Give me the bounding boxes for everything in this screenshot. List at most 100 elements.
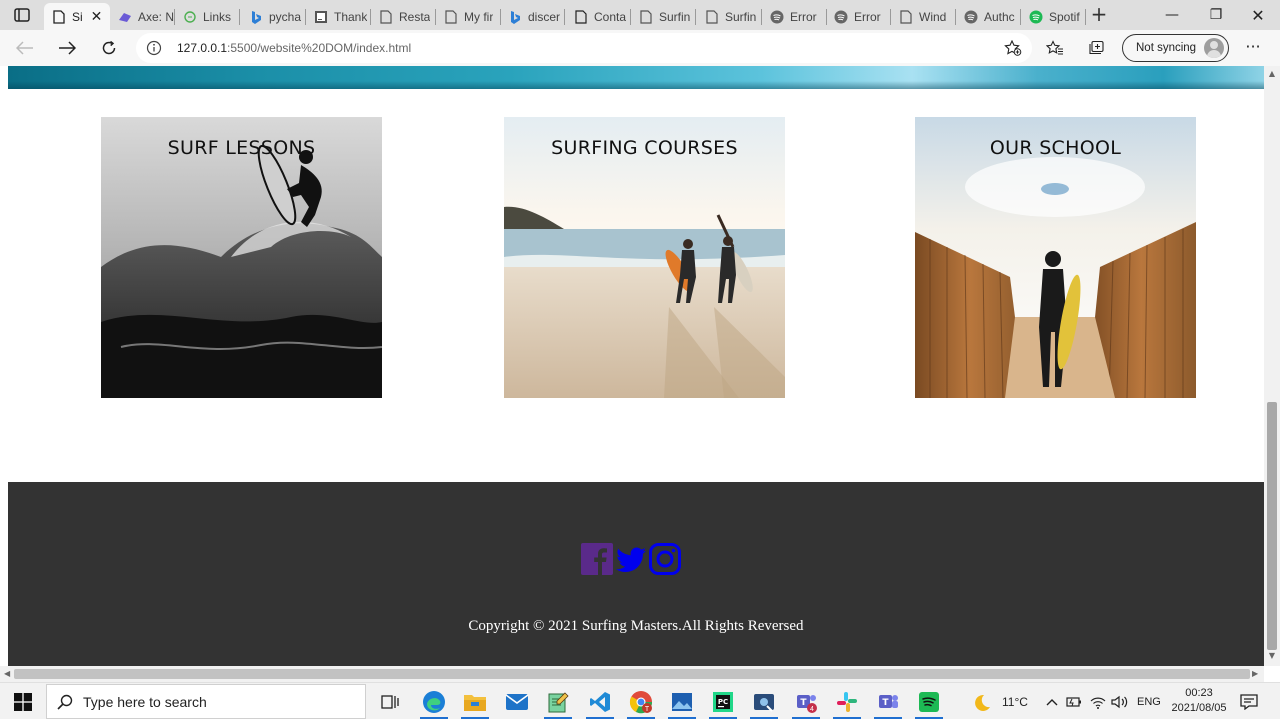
- browser-tab[interactable]: My fir: [436, 3, 501, 30]
- notepad-icon[interactable]: [538, 683, 578, 720]
- spotify-icon-graphic: [1029, 10, 1043, 23]
- vscode-icon[interactable]: [580, 683, 620, 720]
- browser-tab[interactable]: Conta: [566, 3, 631, 30]
- browser-tab[interactable]: Authc: [956, 3, 1021, 30]
- card-surf-lessons[interactable]: SURF LESSONS: [101, 117, 382, 398]
- browser-tab[interactable]: Axe: N: [110, 3, 175, 30]
- spotify-gray-icon: [834, 10, 848, 24]
- facebook-icon[interactable]: [580, 542, 614, 576]
- browser-tab[interactable]: Resta: [371, 3, 436, 30]
- spotify-icon[interactable]: [909, 683, 949, 720]
- page-icon: [379, 9, 393, 24]
- slack-icon[interactable]: [827, 683, 867, 720]
- tab-actions-icon[interactable]: [12, 6, 32, 24]
- more-menu-button[interactable]: ···: [1243, 38, 1263, 58]
- tab-title: Surfin: [659, 9, 691, 24]
- chevron-up-icon: [1046, 698, 1058, 705]
- twitter-icon[interactable]: [614, 542, 648, 576]
- teams-icon[interactable]: T: [868, 683, 908, 720]
- refresh-button[interactable]: [96, 36, 122, 60]
- scroll-down-icon[interactable]: ▼: [1268, 652, 1276, 660]
- beach-surfers-image: [504, 117, 785, 398]
- chrome-icon[interactable]: T: [621, 683, 661, 720]
- browser-tab[interactable]: Spotif: [1021, 3, 1086, 30]
- tab-title: Error: [790, 9, 817, 24]
- scroll-up-icon[interactable]: ▲: [1268, 70, 1276, 78]
- bing-icon: [508, 10, 522, 24]
- forward-button[interactable]: [54, 36, 80, 60]
- site-info-icon[interactable]: [146, 40, 162, 56]
- close-window-button[interactable]: ✕: [1236, 0, 1280, 30]
- spotify-gray-icon-graphic: [964, 10, 978, 23]
- start-button[interactable]: [0, 683, 46, 720]
- card-our-school[interactable]: OUR SCHOOL: [915, 117, 1196, 398]
- notification-icon[interactable]: [1240, 683, 1258, 720]
- add-favorite-icon[interactable]: [1004, 39, 1022, 60]
- taskbar-search[interactable]: Type here to search: [46, 684, 366, 719]
- collections-icon[interactable]: [1087, 38, 1107, 58]
- tab-title: Conta: [594, 9, 627, 24]
- card-surfing-courses[interactable]: SURFING COURSES: [504, 117, 785, 398]
- browser-tab[interactable]: Links: [175, 3, 240, 30]
- new-tab-button[interactable]: +: [1089, 4, 1109, 24]
- back-button[interactable]: [12, 36, 38, 60]
- clock-date: 2021/08/05: [1171, 702, 1227, 714]
- close-tab-icon[interactable]: ✕: [91, 9, 103, 25]
- browser-tab[interactable]: discer: [500, 3, 565, 30]
- page-icon-graphic: [640, 9, 652, 24]
- file-explorer-icon[interactable]: [455, 683, 495, 720]
- tab-title: Thank: [334, 9, 368, 24]
- taskbar-clock[interactable]: 00:23 2021/08/05: [1166, 686, 1232, 716]
- browser-tab[interactable]: Surfin: [631, 3, 696, 30]
- photos-icon[interactable]: [662, 683, 702, 720]
- snipping-tool-icon[interactable]: [744, 683, 784, 720]
- page-icon-graphic: [575, 9, 587, 24]
- page-icon: [899, 9, 913, 24]
- tab-separator: [239, 9, 240, 25]
- page-icon-graphic: [445, 9, 457, 24]
- pycharm-icon[interactable]: PC: [703, 683, 743, 720]
- browser-tab[interactable]: Thank: [306, 3, 371, 30]
- avatar: [1204, 38, 1224, 58]
- battery-icon[interactable]: [1066, 683, 1082, 720]
- browser-tab[interactable]: Wind: [891, 3, 956, 30]
- card-title: SURFING COURSES: [551, 137, 738, 159]
- horizontal-scrollbar[interactable]: ◀ ▶: [0, 666, 1264, 682]
- task-view-icon[interactable]: [370, 683, 410, 720]
- edge-icon[interactable]: [414, 683, 454, 720]
- links-icon-graphic: [184, 10, 196, 23]
- minimize-button[interactable]: —: [1150, 0, 1194, 30]
- weather-widget[interactable]: 11°C: [972, 683, 1028, 720]
- instagram-icon[interactable]: [648, 542, 682, 576]
- card-title: SURF LESSONS: [167, 137, 316, 159]
- windows-icon: [14, 692, 32, 711]
- profile-sync-button[interactable]: Not syncing: [1122, 34, 1229, 62]
- browser-tab[interactable]: Surfin: [697, 3, 762, 30]
- scroll-right-icon[interactable]: ▶: [1252, 670, 1260, 678]
- tab-title: Authc: [984, 9, 1015, 24]
- volume-icon[interactable]: [1111, 683, 1129, 720]
- browser-tab[interactable]: Error: [826, 3, 891, 30]
- svg-text:T: T: [645, 706, 650, 713]
- favorites-icon[interactable]: [1045, 38, 1065, 58]
- wifi-icon[interactable]: [1090, 683, 1106, 720]
- page-icon-graphic: [380, 9, 392, 24]
- spotify-gray-icon: [770, 10, 784, 24]
- surfer-wave-image: [101, 117, 382, 398]
- show-hidden-icons[interactable]: [1046, 683, 1058, 720]
- page-icon: [639, 9, 653, 24]
- tab-title: Resta: [399, 9, 431, 24]
- scroll-left-icon[interactable]: ◀: [4, 670, 12, 678]
- url-text[interactable]: 127.0.0.1:5500/website%20DOM/index.html: [177, 41, 411, 55]
- browser-tab[interactable]: pycha: [241, 3, 306, 30]
- tab-active[interactable]: Si ✕: [44, 3, 110, 30]
- restore-button[interactable]: ❐: [1194, 0, 1238, 30]
- vertical-scrollbar[interactable]: ▲ ▼: [1264, 66, 1280, 666]
- scrollbar-thumb[interactable]: [1267, 402, 1277, 650]
- scrollbar-thumb[interactable]: [14, 669, 1250, 679]
- language-indicator[interactable]: ENG: [1137, 683, 1161, 720]
- browser-tab[interactable]: Error: [762, 3, 827, 30]
- teams-icon[interactable]: T4: [786, 683, 826, 720]
- mail-icon[interactable]: [497, 683, 537, 720]
- address-bar[interactable]: 127.0.0.1:5500/website%20DOM/index.html: [136, 33, 1032, 63]
